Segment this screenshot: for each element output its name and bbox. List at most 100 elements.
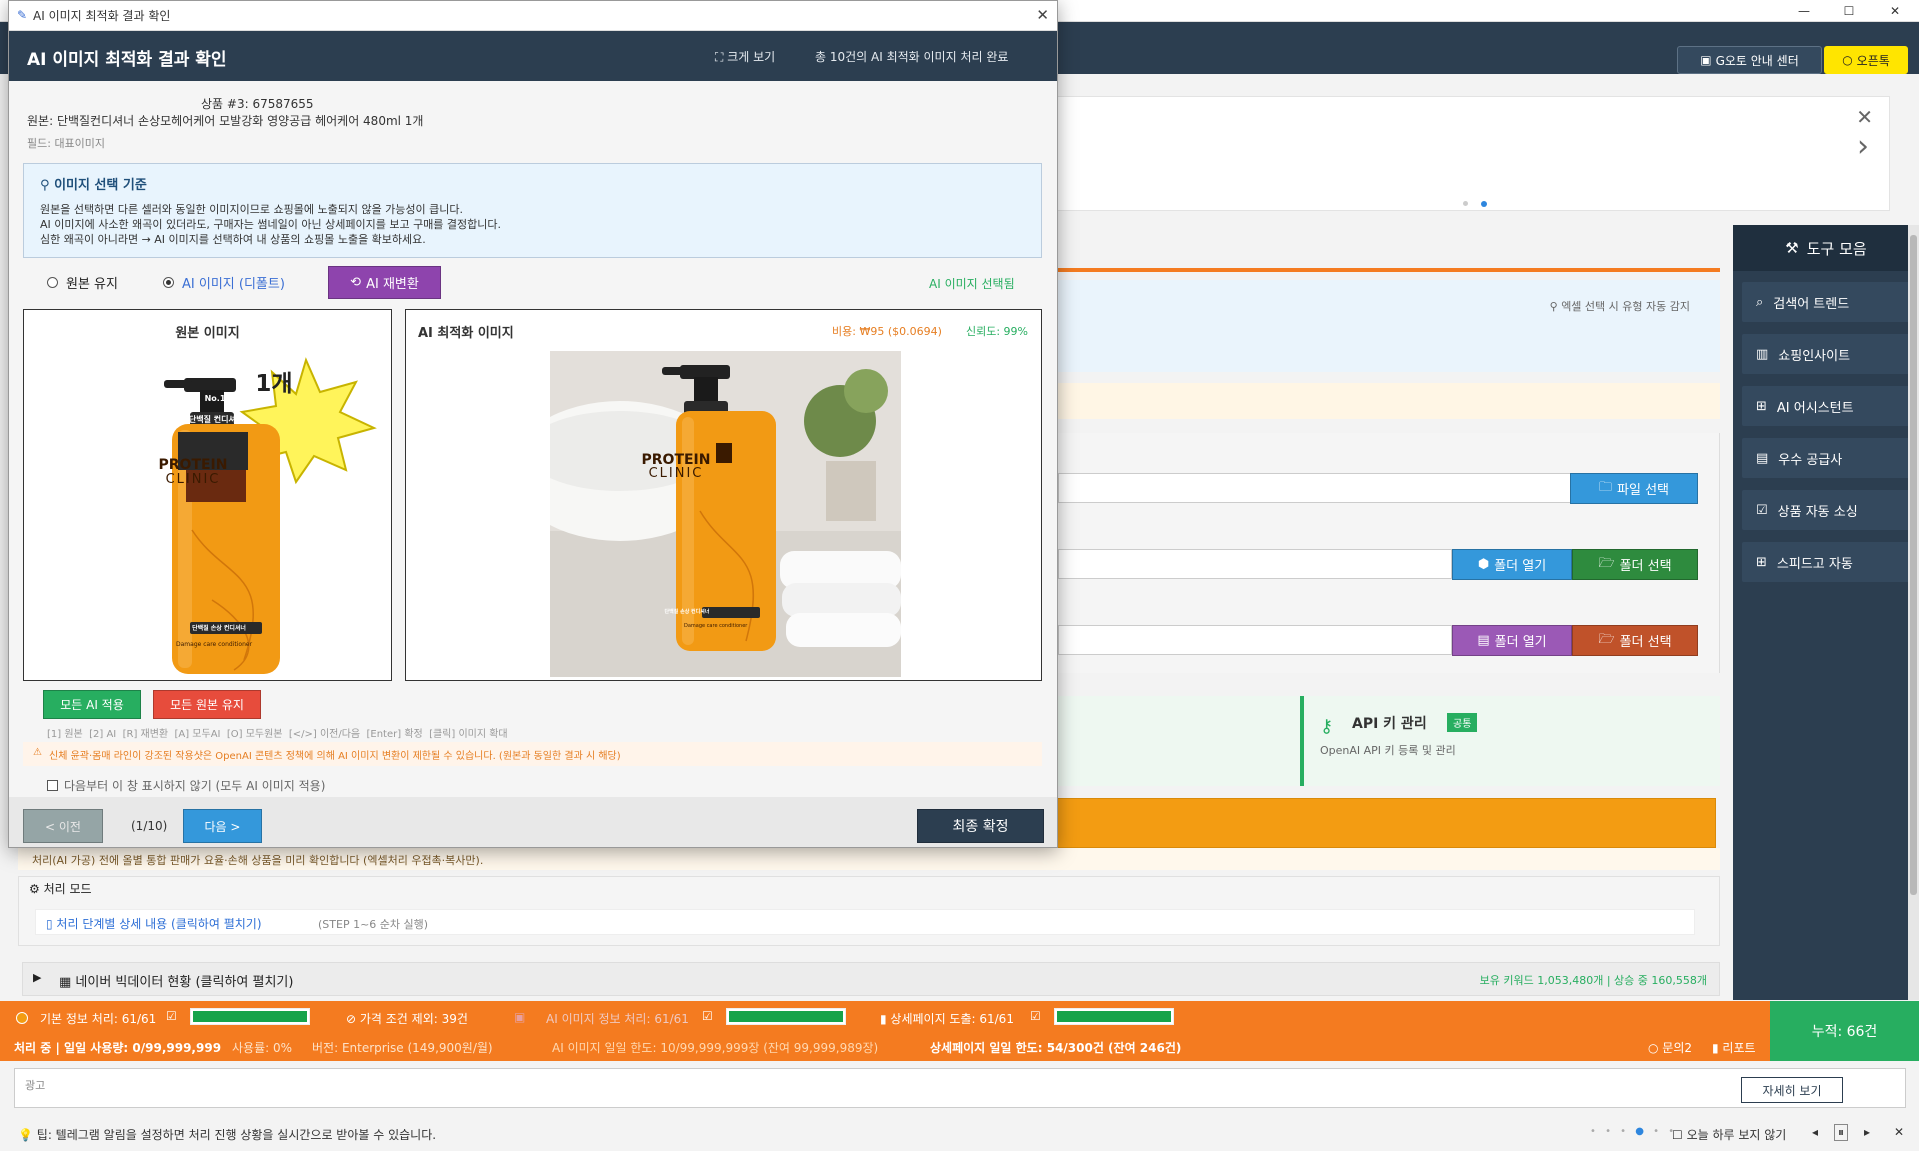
folder-open-button-2[interactable]: ▤ 폴더 열기 bbox=[1452, 625, 1572, 656]
basic-progress-fill bbox=[193, 1011, 307, 1022]
prev-button[interactable]: < 이전 bbox=[23, 809, 103, 843]
tip-next-icon[interactable]: ▸ bbox=[1864, 1125, 1870, 1139]
tip-pause-icon[interactable]: ⏸ bbox=[1834, 1124, 1849, 1141]
keep-original-label: 원본 유지 bbox=[66, 277, 118, 292]
field-label: 필드: 대표이미지 bbox=[27, 137, 106, 150]
folder-select-button-1[interactable]: 🗁 폴더 선택 bbox=[1572, 549, 1698, 580]
dialog-header: AI 이미지 최적화 결과 확인 ⛶ 크게 보기 총 10건의 AI 최적화 이… bbox=[9, 31, 1057, 81]
page-indicator: (1/10) bbox=[131, 819, 168, 833]
naver-data-toggle[interactable]: ▶ ▦ 네이버 빅데이터 현황 (클릭하여 펼치기) 보유 키워드 1,053,… bbox=[22, 962, 1720, 996]
check-icon: ☑ bbox=[166, 1009, 177, 1023]
maximize-button[interactable]: ☐ bbox=[1826, 0, 1872, 22]
api-key-card[interactable]: ⚷ API 키 관리 공통 OpenAI API 키 등록 및 관리 bbox=[1300, 696, 1720, 786]
triangle-right-icon: ▶ bbox=[33, 971, 42, 984]
folder-open-label-1: 폴더 열기 bbox=[1494, 559, 1547, 574]
final-confirm-label: 최종 확정 bbox=[952, 819, 1009, 835]
dont-show-checkbox[interactable]: 다음부터 이 창 표시하지 않기 (모두 AI 이미지 적용) bbox=[47, 777, 325, 794]
ai-image-label: AI 이미지 (디폴트) bbox=[182, 277, 285, 292]
processing-mode-title: ⚙ 처리 모드 bbox=[29, 880, 92, 897]
search-icon: ⌕ bbox=[1756, 294, 1764, 310]
api-card-desc: OpenAI API 키 등록 및 관리 bbox=[1320, 744, 1456, 757]
detail-page-status: ▮ 상세페이지 도출: 61/61 bbox=[880, 1010, 1014, 1027]
ai-product-subtitle: Damage care conditioner bbox=[684, 623, 748, 629]
openchat-label: 오픈톡 bbox=[1856, 53, 1890, 68]
ai-image-radio[interactable]: AI 이미지 (디폴트) bbox=[163, 273, 285, 292]
sidebar-item-label: AI 어시스턴트 bbox=[1776, 400, 1854, 416]
tip-close-icon[interactable]: ✕ bbox=[1894, 1125, 1904, 1139]
keep-all-original-button[interactable]: 모든 원본 유지 bbox=[153, 690, 261, 719]
inquiry-link[interactable]: ○ 문의2 bbox=[1648, 1039, 1692, 1056]
minimize-button[interactable]: — bbox=[1781, 0, 1827, 22]
sidebar-item-auto-sourcing[interactable]: ☑ 상품 자동 소싱 bbox=[1742, 490, 1910, 530]
sidebar-item-search-trend[interactable]: ⌕ 검색어 트렌드 bbox=[1742, 282, 1910, 322]
detail-progress-fill bbox=[1057, 1011, 1171, 1022]
next-label: 다음 > bbox=[204, 819, 241, 834]
check-icon: ☑ bbox=[1030, 1009, 1041, 1023]
sidebar-item-ai-assistant[interactable]: ⊞ AI 어시스턴트 bbox=[1742, 386, 1910, 426]
folder-icon: 🗀 bbox=[1599, 479, 1613, 495]
banner-dot-active[interactable] bbox=[1481, 201, 1487, 207]
folder-select-label-1: 폴더 선택 bbox=[1619, 559, 1672, 574]
version-info: 버전: Enterprise (149,900원/월) bbox=[312, 1041, 493, 1055]
processing-detail-toggle[interactable]: ▯ 처리 단계별 상세 내용 (클릭하여 펼치기) (STEP 1~6 순차 실… bbox=[35, 909, 1695, 935]
radio-circle-selected[interactable] bbox=[163, 277, 174, 288]
naver-data-title-text: 네이버 빅데이터 현황 (클릭하여 펼치기) bbox=[75, 975, 294, 990]
report-link[interactable]: ▮ 리포트 bbox=[1712, 1039, 1756, 1056]
openchat-button[interactable]: ○ 오픈톡 bbox=[1824, 46, 1908, 74]
product-tag-top: 단백질 컨디셔너 bbox=[188, 415, 244, 424]
hide-today-checkbox[interactable]: ☐ 오늘 하루 보지 않기 bbox=[1672, 1126, 1786, 1143]
folder-open-button-1[interactable]: ⬢ 폴더 열기 bbox=[1452, 549, 1572, 580]
banner-next-icon[interactable]: › bbox=[1857, 129, 1869, 164]
folder-path-input-2[interactable] bbox=[1058, 625, 1452, 655]
detail-page-text: 상세페이지 도출: 61/61 bbox=[890, 1012, 1014, 1026]
ad-more-button[interactable]: 자세히 보기 bbox=[1741, 1077, 1843, 1103]
final-confirm-button[interactable]: 최종 확정 bbox=[917, 809, 1044, 843]
close-button[interactable]: ✕ bbox=[1872, 0, 1918, 22]
folder-path-input-1[interactable] bbox=[1058, 549, 1452, 579]
tip-prev-icon[interactable]: ◂ bbox=[1812, 1125, 1818, 1139]
keyboard-shortcuts: [1] 원본 [2] AI [R] 재변환 [A] 모두AI [O] 모두원본 … bbox=[47, 729, 508, 740]
sidebar-item-speedgo-auto[interactable]: ⊞ 스피드고 자동 bbox=[1742, 542, 1910, 582]
ai-regenerate-button[interactable]: ⟲ AI 재변환 bbox=[328, 266, 441, 299]
feather-icon: ✎ bbox=[17, 8, 28, 22]
product-name: 원본: 단백질컨디셔너 손상모헤어케어 모발강화 영양공급 헤어케어 480ml… bbox=[27, 114, 424, 128]
tip-pagination[interactable]: • • • ● • • bbox=[1590, 1126, 1677, 1137]
processing-detail-link[interactable]: ▯ 처리 단계별 상세 내용 (클릭하여 펼치기) bbox=[46, 915, 262, 932]
box-icon: ⬢ bbox=[1477, 557, 1490, 572]
folder-select-button-2[interactable]: 🗁 폴더 선택 bbox=[1572, 625, 1698, 656]
guide-center-button[interactable]: ▣ G오토 안내 센터 bbox=[1677, 46, 1822, 74]
folder-open-label-2: 폴더 열기 bbox=[1494, 635, 1547, 650]
product-tag: 단백질 손상 컨디셔너 bbox=[192, 625, 246, 632]
banner-close-icon[interactable]: ✕ bbox=[1856, 105, 1873, 129]
banner-dot[interactable] bbox=[1463, 201, 1468, 206]
radio-circle[interactable] bbox=[47, 277, 58, 288]
sidebar-item-top-supplier[interactable]: ▤ 우수 공급사 bbox=[1742, 438, 1910, 478]
chart-icon: ▦ bbox=[59, 975, 76, 990]
robot-icon: ⊞ bbox=[1756, 554, 1767, 570]
sidebar-item-label: 스피드고 자동 bbox=[1776, 556, 1853, 572]
hammer-icon: ⚒ bbox=[1785, 239, 1799, 257]
basic-info-status: 기본 정보 처리: 61/61 bbox=[40, 1012, 157, 1026]
original-image-panel[interactable]: 원본 이미지 1개 No.1 단백질 컨디셔너 PROTEIN CLINIC 단… bbox=[23, 309, 392, 681]
dialog-close-icon[interactable]: ✕ bbox=[1036, 6, 1049, 24]
sidebar-item-shopping-insight[interactable]: ▥ 쇼핑인사이트 bbox=[1742, 334, 1910, 374]
keep-all-original-label: 모든 원본 유지 bbox=[170, 698, 244, 712]
pin-icon: ⚲ bbox=[1549, 300, 1562, 313]
ai-image-panel[interactable]: AI 최적화 이미지 비용: ₩95 ($0.0694) 신뢰도: 99% PR… bbox=[405, 309, 1042, 681]
start-processing-button[interactable] bbox=[1040, 798, 1716, 848]
scrollbar[interactable] bbox=[1908, 225, 1919, 1000]
keep-original-radio[interactable]: 원본 유지 bbox=[47, 273, 118, 292]
file-select-button[interactable]: 🗀 파일 선택 bbox=[1570, 473, 1698, 504]
count-badge: 1개 bbox=[255, 371, 293, 397]
apply-all-ai-button[interactable]: 모든 AI 적용 bbox=[43, 690, 141, 719]
prev-label: < 이전 bbox=[45, 819, 81, 834]
enlarge-view-button[interactable]: ⛶ 크게 보기 bbox=[715, 48, 775, 65]
tip-bar: 💡 팁: 텔레그램 알림을 설정하면 처리 진행 상황을 실시간으로 받아볼 수… bbox=[0, 1115, 1919, 1151]
sidebar-item-label: 검색어 트렌드 bbox=[1773, 296, 1850, 312]
ai-cost: 비용: ₩95 ($0.0694) bbox=[832, 325, 942, 338]
checkbox-box[interactable] bbox=[47, 780, 58, 791]
next-button[interactable]: 다음 > bbox=[183, 809, 262, 843]
scrollbar-thumb[interactable] bbox=[1910, 235, 1917, 895]
file-path-input[interactable] bbox=[1058, 473, 1571, 503]
price-excluded: ⊘ 가격 조건 제외: 39건 bbox=[346, 1010, 468, 1027]
